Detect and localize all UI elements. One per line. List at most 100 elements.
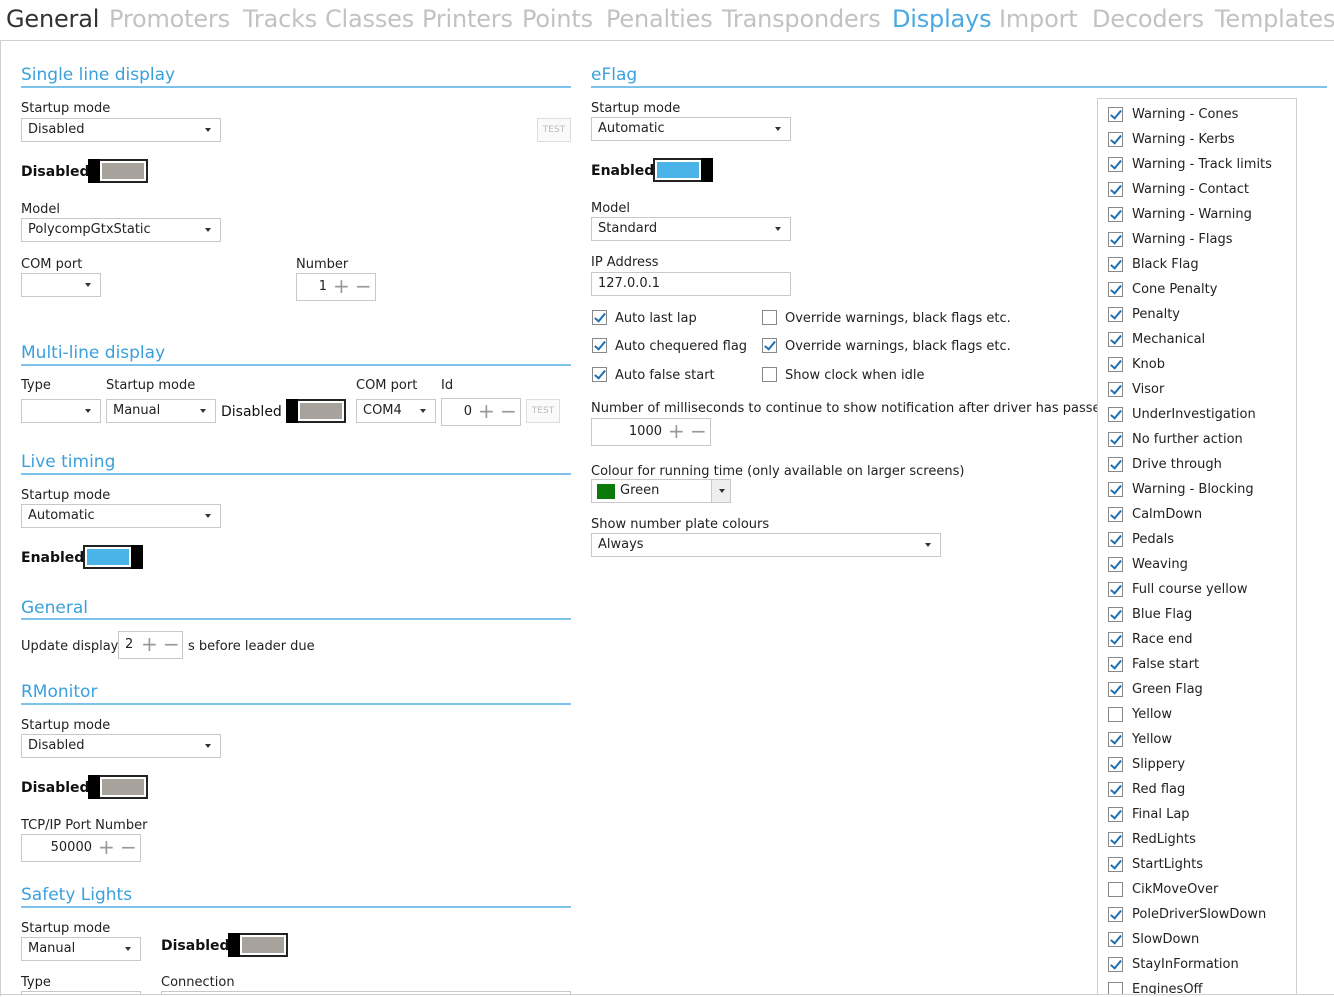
tab-penalties[interactable]: Penalties xyxy=(606,3,713,35)
flag-item[interactable]: Yellow xyxy=(1108,705,1293,725)
rmonitor-startup-select[interactable]: Disabled xyxy=(21,734,221,758)
flag-checkbox[interactable] xyxy=(1108,432,1123,447)
single-startup-select[interactable]: Disabled xyxy=(21,118,221,142)
dropdown-button[interactable] xyxy=(711,480,730,502)
flag-checkbox[interactable] xyxy=(1108,832,1123,847)
flag-item[interactable]: Full course yellow xyxy=(1108,580,1293,600)
flag-checkbox[interactable] xyxy=(1108,457,1123,472)
flag-checkbox[interactable] xyxy=(1108,482,1123,497)
plus-icon[interactable]: + xyxy=(333,276,350,296)
flag-item[interactable]: UnderInvestigation xyxy=(1108,405,1293,425)
plate-select[interactable]: Always xyxy=(591,533,941,557)
flag-checkbox[interactable] xyxy=(1108,932,1123,947)
flag-item[interactable]: Visor xyxy=(1108,380,1293,400)
flag-checkbox[interactable] xyxy=(1108,107,1123,122)
flag-item[interactable]: Warning - Flags xyxy=(1108,230,1293,250)
flag-item[interactable]: Yellow xyxy=(1108,730,1293,750)
tab-general[interactable]: General xyxy=(6,3,99,35)
flag-item[interactable]: Warning - Track limits xyxy=(1108,155,1293,175)
flag-item[interactable]: Warning - Cones xyxy=(1108,105,1293,125)
flag-checkbox[interactable] xyxy=(1108,682,1123,697)
flag-item[interactable]: Black Flag xyxy=(1108,255,1293,275)
multi-enable-toggle[interactable] xyxy=(286,399,346,423)
tab-points[interactable]: Points xyxy=(522,3,593,35)
flag-checkbox[interactable] xyxy=(1108,407,1123,422)
flag-item[interactable]: Warning - Blocking xyxy=(1108,480,1293,500)
flag-checkbox[interactable] xyxy=(1108,582,1123,597)
plus-icon[interactable]: + xyxy=(98,837,115,857)
flag-checkbox[interactable] xyxy=(1108,707,1123,722)
flag-item[interactable]: CalmDown xyxy=(1108,505,1293,525)
minus-icon[interactable]: − xyxy=(355,276,372,296)
minus-icon[interactable]: − xyxy=(500,401,517,421)
flag-checkbox[interactable] xyxy=(1108,782,1123,797)
safety-startup-select[interactable]: Manual xyxy=(21,937,141,961)
flag-checkbox[interactable] xyxy=(1108,657,1123,672)
flag-item[interactable]: Warning - Contact xyxy=(1108,180,1293,200)
flag-checkbox[interactable] xyxy=(1108,207,1123,222)
flag-item[interactable]: No further action xyxy=(1108,430,1293,450)
minus-icon[interactable]: − xyxy=(690,421,707,441)
eflag-ip-input[interactable]: 127.0.0.1 xyxy=(591,272,791,296)
flag-item[interactable]: Race end xyxy=(1108,630,1293,650)
live-startup-select[interactable]: Automatic xyxy=(21,504,221,528)
flag-item[interactable]: StayInFormation xyxy=(1108,955,1293,975)
flag-checkbox[interactable] xyxy=(1108,332,1123,347)
rmonitor-port-stepper[interactable]: 50000 + − xyxy=(21,834,141,862)
show-clock-checkbox[interactable] xyxy=(762,367,777,382)
update-display-stepper[interactable]: 2 + − xyxy=(118,631,183,659)
flag-item[interactable]: Slippery xyxy=(1108,755,1293,775)
flag-checkbox[interactable] xyxy=(1108,957,1123,972)
flag-checkbox[interactable] xyxy=(1108,232,1123,247)
flag-checkbox[interactable] xyxy=(1108,307,1123,322)
safety-enable-toggle[interactable] xyxy=(228,933,288,957)
minus-icon[interactable]: − xyxy=(120,837,137,857)
minus-icon[interactable]: − xyxy=(163,634,180,654)
flag-item[interactable]: Drive through xyxy=(1108,455,1293,475)
flag-checkbox[interactable] xyxy=(1108,282,1123,297)
tab-transponders[interactable]: Transponders xyxy=(722,3,881,35)
flag-item[interactable]: Pedals xyxy=(1108,530,1293,550)
ms-stepper[interactable]: 1000 + − xyxy=(591,418,711,446)
flag-checkbox[interactable] xyxy=(1108,757,1123,772)
flag-checkbox[interactable] xyxy=(1108,382,1123,397)
auto-false-start-checkbox[interactable] xyxy=(592,367,607,382)
tab-promoters[interactable]: Promoters xyxy=(109,3,230,35)
eflag-model-select[interactable]: Standard xyxy=(591,217,791,241)
flag-checkbox[interactable] xyxy=(1108,532,1123,547)
flag-checkbox[interactable] xyxy=(1108,157,1123,172)
multi-test-button[interactable]: TEST xyxy=(526,399,560,423)
flag-checkbox[interactable] xyxy=(1108,907,1123,922)
flag-item[interactable]: Knob xyxy=(1108,355,1293,375)
tab-import[interactable]: Import xyxy=(999,3,1078,35)
eflag-startup-select[interactable]: Automatic xyxy=(591,117,791,141)
tab-displays[interactable]: Displays xyxy=(892,3,992,35)
tab-classes[interactable]: Classes xyxy=(325,3,414,35)
flag-checkbox[interactable] xyxy=(1108,607,1123,622)
tab-decoders[interactable]: Decoders xyxy=(1092,3,1204,35)
flag-item[interactable]: Warning - Kerbs xyxy=(1108,130,1293,150)
flag-checkbox[interactable] xyxy=(1108,882,1123,897)
flag-checkbox[interactable] xyxy=(1108,857,1123,872)
eflag-enable-toggle[interactable] xyxy=(653,158,713,182)
flag-item[interactable]: Cone Penalty xyxy=(1108,280,1293,300)
multi-startup-select[interactable]: Manual xyxy=(106,399,216,423)
flag-item[interactable]: False start xyxy=(1108,655,1293,675)
flag-item[interactable]: PoleDriverSlowDown xyxy=(1108,905,1293,925)
single-com-select[interactable] xyxy=(21,273,101,297)
single-test-button[interactable]: TEST xyxy=(537,118,571,142)
flag-item[interactable]: Green Flag xyxy=(1108,680,1293,700)
multi-type-select[interactable] xyxy=(21,399,101,423)
flag-item[interactable]: EnginesOff xyxy=(1108,980,1293,994)
flag-item[interactable]: CikMoveOver xyxy=(1108,880,1293,900)
flag-item[interactable]: StartLights xyxy=(1108,855,1293,875)
rmonitor-enable-toggle[interactable] xyxy=(88,775,148,799)
flag-checkbox[interactable] xyxy=(1108,557,1123,572)
flag-checkbox[interactable] xyxy=(1108,732,1123,747)
flag-checkbox[interactable] xyxy=(1108,632,1123,647)
flag-item[interactable]: Blue Flag xyxy=(1108,605,1293,625)
multi-id-stepper[interactable]: 0 + − xyxy=(441,398,521,426)
plus-icon[interactable]: + xyxy=(478,401,495,421)
tab-templates[interactable]: Templates xyxy=(1215,3,1334,35)
flag-item[interactable]: Penalty xyxy=(1108,305,1293,325)
